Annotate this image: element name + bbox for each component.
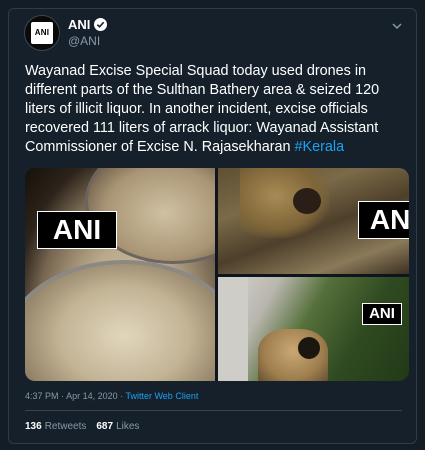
media-photo-liquor-tubs[interactable]: ANI [25, 168, 215, 381]
chevron-down-icon[interactable] [390, 19, 404, 33]
retweets-count: 136 [25, 421, 42, 432]
media-photo-officer[interactable]: ANI [218, 168, 409, 274]
ani-watermark: ANI [37, 211, 117, 249]
ani-watermark: ANI [358, 201, 409, 239]
tweet-stats: 136 Retweets 687 Likes [25, 421, 139, 432]
media-grid[interactable]: ANI ANI ANI [25, 168, 409, 381]
meta-separator: · [61, 391, 65, 401]
author-name-row[interactable]: ANI [68, 17, 108, 32]
verified-badge-icon [94, 18, 108, 31]
likes-stat[interactable]: 687 Likes [96, 421, 139, 432]
officer-head [298, 337, 320, 359]
retweets-label: Retweets [44, 421, 87, 432]
ani-watermark: ANI [362, 303, 402, 325]
retweets-stat[interactable]: 136 Retweets [25, 421, 86, 432]
likes-count: 687 [96, 421, 114, 432]
tweet-time[interactable]: 4:37 PM [25, 391, 59, 401]
tweet-header: ANI ANI @ANI [24, 15, 408, 55]
meta-separator: · [120, 391, 124, 401]
tweet-meta: 4:37 PM · Apr 14, 2020 · Twitter Web Cli… [25, 391, 198, 401]
likes-label: Likes [116, 421, 140, 432]
wall [218, 277, 248, 381]
officer-figure [258, 329, 328, 381]
officer-head [293, 188, 321, 214]
handle[interactable]: @ANI [68, 34, 100, 48]
hashtag-link[interactable]: #Kerala [295, 139, 345, 155]
tweet-card: ANI ANI @ANI Wayanad Excise Special Squa… [8, 8, 417, 444]
tub-bottom [25, 260, 215, 381]
tweet-date[interactable]: Apr 14, 2020 [66, 391, 118, 401]
avatar-logo: ANI [31, 22, 53, 44]
media-photo-search[interactable]: ANI [218, 277, 409, 381]
divider [25, 410, 402, 411]
avatar[interactable]: ANI [24, 15, 60, 51]
tweet-text: Wayanad Excise Special Squad today used … [25, 62, 409, 157]
display-name[interactable]: ANI [68, 17, 90, 32]
client-link[interactable]: Twitter Web Client [125, 391, 198, 401]
